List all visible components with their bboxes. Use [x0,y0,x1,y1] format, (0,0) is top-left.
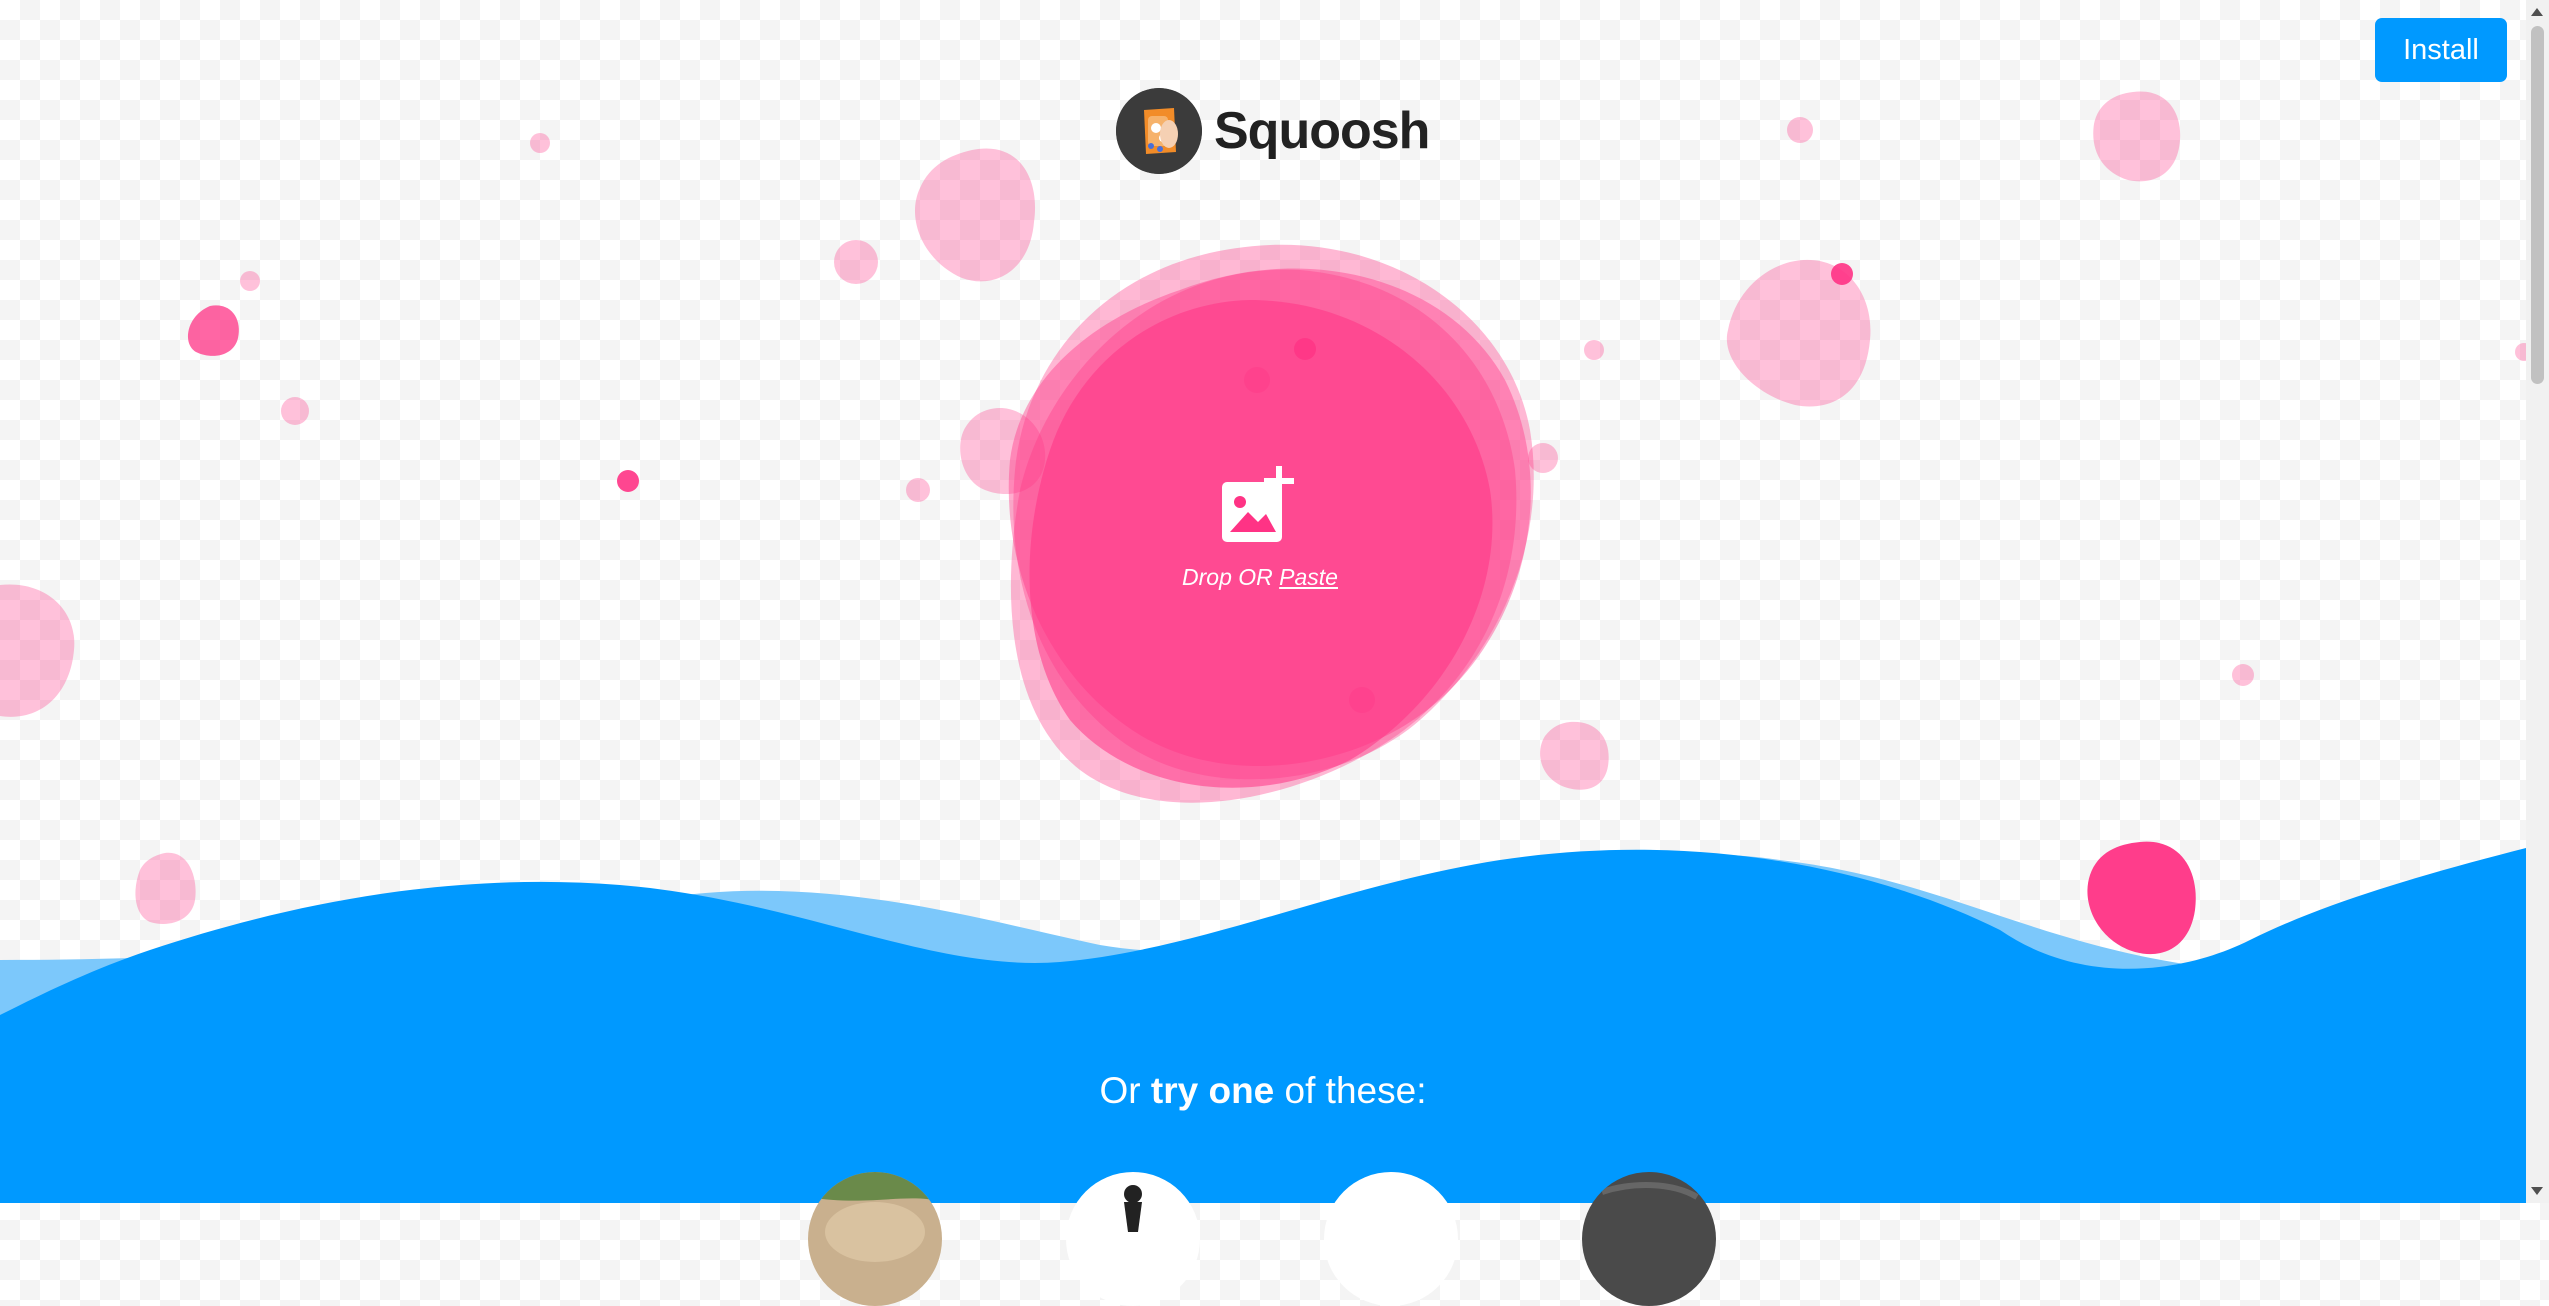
drop-zone[interactable]: Drop OR Paste [1160,450,1360,610]
sample-image-4[interactable] [1582,1172,1716,1306]
samples-heading: Or try one of these: [0,1070,2526,1112]
sample-image-3[interactable] [1324,1172,1458,1306]
scroll-up-icon[interactable] [2531,8,2543,16]
scrollbar[interactable] [2526,0,2549,1203]
install-button[interactable]: Install [2375,18,2507,82]
logo: Squoosh [1116,88,1430,174]
drop-label: Drop OR [1182,564,1273,590]
drop-text: Drop OR Paste [1160,564,1360,591]
sample-image-1[interactable] [808,1172,942,1306]
squoosh-logo-icon [1116,88,1202,174]
sample-image-2[interactable] [1066,1172,1200,1306]
samples-prefix: Or [1099,1070,1141,1111]
scroll-thumb[interactable] [2531,26,2544,384]
add-image-icon [1222,466,1294,542]
samples-suffix: of these: [1284,1070,1427,1111]
scroll-down-icon[interactable] [2531,1187,2543,1195]
logo-text: Squoosh [1214,102,1430,160]
samples-emphasis: try one [1150,1070,1275,1111]
paste-link[interactable]: Paste [1279,564,1338,590]
